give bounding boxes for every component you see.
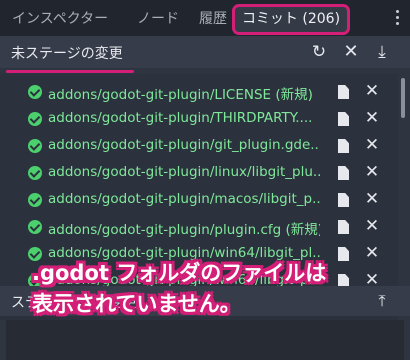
check-circle-icon bbox=[28, 166, 42, 180]
file-row[interactable]: addons/godot-git-plugin/LICENSE (新規) ✕ bbox=[0, 78, 398, 106]
open-file-icon[interactable] bbox=[338, 166, 349, 180]
file-path: addons/godot-git-plugin/THIRDPARTY.... bbox=[48, 110, 313, 126]
discard-file-close-icon[interactable]: ✕ bbox=[363, 108, 381, 128]
open-file-icon[interactable] bbox=[338, 112, 349, 126]
open-file-icon[interactable] bbox=[338, 247, 349, 261]
file-list-scrollbar[interactable] bbox=[399, 74, 407, 320]
file-path: addons/godot-git-plugin/plugin.cfg (新規) bbox=[48, 222, 320, 238]
file-path: addons/godot-git-plugin/git_plugin.gde..… bbox=[48, 137, 320, 153]
tab-commit[interactable]: コミット (206) bbox=[232, 4, 350, 35]
tab-history[interactable]: 履歴 bbox=[199, 8, 229, 28]
check-circle-icon bbox=[28, 193, 42, 207]
check-circle-icon bbox=[28, 220, 42, 234]
discard-file-close-icon[interactable]: ✕ bbox=[363, 135, 381, 155]
discard-file-close-icon[interactable]: ✕ bbox=[363, 216, 381, 236]
discard-file-close-icon[interactable]: ✕ bbox=[363, 189, 381, 209]
scrollbar-thumb[interactable] bbox=[401, 78, 405, 118]
file-row[interactable]: addons/godot-git-plugin/linux/libgit_plu… bbox=[0, 159, 398, 187]
tab-node[interactable]: ノード bbox=[137, 8, 179, 28]
dock-tab-bar: インスペクター ノード 履歴 コミット (206) bbox=[0, 0, 410, 36]
open-file-icon[interactable] bbox=[338, 220, 349, 234]
kebab-menu-icon[interactable] bbox=[392, 8, 402, 26]
discard-file-close-icon[interactable]: ✕ bbox=[363, 162, 381, 182]
unstaged-header: 未ステージの変更 ↻ ✕ ⤓ bbox=[0, 36, 410, 68]
check-circle-icon bbox=[28, 85, 42, 99]
open-file-icon[interactable] bbox=[338, 85, 349, 99]
unstaged-title: 未ステージの変更 bbox=[11, 46, 123, 62]
tab-inspector[interactable]: インスペクター bbox=[12, 8, 108, 28]
open-file-icon[interactable] bbox=[338, 139, 349, 153]
title-highlight-underline bbox=[6, 70, 134, 73]
annotation-callout: .godot フォルダのファイルは 表示されていません。 bbox=[32, 258, 326, 320]
discard-all-close-icon[interactable]: ✕ bbox=[339, 40, 363, 64]
file-row[interactable]: addons/godot-git-plugin/macos/libgit_p..… bbox=[0, 186, 398, 214]
open-file-icon[interactable] bbox=[338, 193, 349, 207]
file-row[interactable]: addons/godot-git-plugin/git_plugin.gde..… bbox=[0, 132, 398, 160]
callout-line-2: 表示されていません。 bbox=[32, 292, 241, 316]
discard-file-close-icon[interactable]: ✕ bbox=[363, 81, 381, 101]
file-row[interactable]: addons/godot-git-plugin/THIRDPARTY.... ✕ bbox=[0, 105, 398, 133]
file-path: addons/godot-git-plugin/macos/libgit_p..… bbox=[48, 191, 320, 207]
discard-file-close-icon[interactable]: ✕ bbox=[363, 243, 381, 263]
file-path: addons/godot-git-plugin/linux/libgit_plu… bbox=[48, 164, 320, 180]
unstage-all-arrow-up-icon[interactable]: ⤒ bbox=[372, 291, 392, 311]
stage-all-arrow-down-icon[interactable]: ⤓ bbox=[370, 40, 394, 64]
staged-file-list bbox=[6, 320, 404, 360]
check-circle-icon bbox=[28, 112, 42, 126]
refresh-icon[interactable]: ↻ bbox=[307, 40, 331, 64]
file-row[interactable]: addons/godot-git-plugin/plugin.cfg (新規) … bbox=[0, 213, 398, 241]
file-path: addons/godot-git-plugin/LICENSE (新規) bbox=[48, 87, 313, 103]
check-circle-icon bbox=[28, 139, 42, 153]
callout-line-1: .godot フォルダのファイルは bbox=[32, 261, 327, 285]
